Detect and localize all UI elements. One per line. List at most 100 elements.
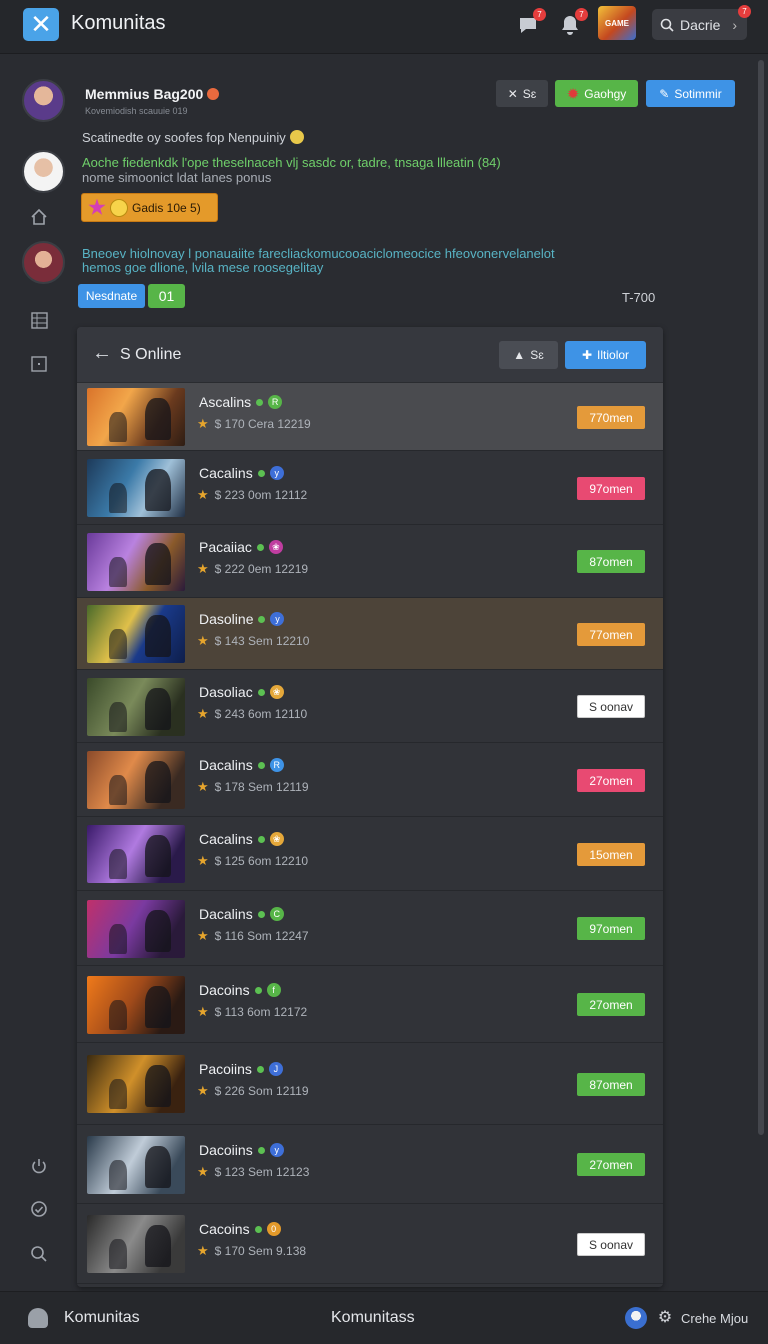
list-item[interactable]: Dacoins f ★ $ 113 6om 12172 27omen [77,966,663,1043]
figure-silhouette [145,1146,171,1188]
list-item[interactable]: Dacalins C ★ $ 116 Som 12247 97omen [77,891,663,966]
list-item-name[interactable]: Dacoins f [199,982,281,998]
status-badge[interactable]: 27omen [577,993,645,1016]
list-item-name[interactable]: Dasoline y [199,611,285,627]
figure-silhouette [109,924,127,954]
list-item[interactable]: Dasoline y ★ $ 143 Sem 12210 77omen [77,598,663,670]
status-badge[interactable]: 77omen [577,623,645,646]
chat-icon[interactable]: 7 [516,8,546,37]
game-thumbnail[interactable] [87,388,185,446]
list-item-name-text: Cacoins [199,1221,250,1237]
list-item-meta-text: $ 125 6om 12210 [214,854,309,868]
app-logo-icon[interactable]: ✕ [23,8,59,41]
smile-emoji-icon [289,130,304,144]
list-item-name[interactable]: Dasoliac ❀ [199,684,284,700]
game-thumbnail[interactable] [87,825,185,883]
status-badge[interactable]: 97omen [577,477,645,500]
list-item-meta-text: $ 113 6om 12172 [214,1005,308,1019]
list-item-name[interactable]: Cacoins 0 [199,1221,281,1237]
notification-bell-icon[interactable]: 7 [558,8,588,37]
game-thumbnail[interactable] [87,1055,185,1113]
panel-secondary-label: Sɛ [530,348,544,362]
avatar[interactable] [22,79,65,122]
list-item[interactable]: Cacalins ❀ ★ $ 125 6om 12210 15omen [77,817,663,891]
list-item[interactable]: Ascalins R ★ $ 170 Cera 12219 770men [77,383,663,451]
status-badge[interactable]: S oonav [577,695,645,718]
post-line-5: hemos goe dlione, lvila mese roosegelita… [82,260,324,275]
panel-secondary-button[interactable]: ▲ Sɛ [499,341,558,369]
search-rail-icon[interactable] [28,1243,50,1265]
list-item-name[interactable]: Pacoiins J [199,1061,283,1077]
game-thumbnail[interactable] [87,678,185,736]
app-title: Komunitas [71,12,166,34]
list-item[interactable]: Cacoins 0 ★ $ 170 Sem 9.138 S oonav [77,1204,663,1284]
list-item-name[interactable]: Dacalins C [199,906,284,922]
grid-icon[interactable] [28,309,50,331]
bottom-right-label[interactable]: Crehe Mjou [681,1311,748,1326]
submit-button[interactable]: ✎ Sotimmir [646,80,735,107]
list-item-name[interactable]: Cacalins ❀ [199,831,284,847]
game-thumbnail[interactable] [87,605,185,663]
list-item[interactable]: Cacalins y ★ $ 223 0om 12112 97omen [77,451,663,525]
game-thumbnail[interactable] [87,1215,185,1273]
tag-count[interactable]: 01 [148,284,185,308]
list-item[interactable]: Dacalins R ★ $ 178 Sem 12119 27omen [77,743,663,817]
status-badge[interactable]: 27omen [577,769,645,792]
figure-silhouette [109,775,127,805]
post-author[interactable]: Memmius Bag200 [85,86,220,102]
panel-primary-button[interactable]: ✚ Iltiolor [565,341,646,369]
status-badge[interactable]: 770men [577,406,645,429]
star-icon: ★ [197,1004,209,1019]
green-action-button[interactable]: ✹ Gaohgy [555,80,638,107]
star-icon: ★ [197,416,209,431]
figure-silhouette [145,1065,171,1107]
game-thumbnail[interactable] [87,751,185,809]
platform-icon: y [270,612,285,626]
list-item[interactable]: Pacoiins J ★ $ 226 Som 12119 87omen [77,1043,663,1125]
gold-reward-pill[interactable]: Gadis 10e 5) [81,193,218,222]
settings-icon[interactable]: ⚙ [655,1307,675,1327]
game-thumbnail[interactable] [87,900,185,958]
game-thumbnail[interactable] [87,1136,185,1194]
list-item[interactable]: Dacoiins y ★ $ 123 Sem 12123 27omen [77,1125,663,1204]
bottom-center-label[interactable]: Komunitass [331,1309,415,1327]
list-item[interactable]: Pacaiiac ❀ ★ $ 222 0em 12219 87omen [77,525,663,598]
avatar[interactable] [22,150,65,193]
search-button[interactable]: Dacrie › 7 [652,5,751,40]
game-thumbnail[interactable] [87,976,185,1034]
list-item-name[interactable]: Dacalins R [199,757,284,773]
platform-icon: J [268,1062,283,1076]
home-icon[interactable] [28,206,50,228]
status-badge[interactable]: 87omen [577,1073,645,1096]
status-badge[interactable]: 87omen [577,550,645,573]
power-icon[interactable] [28,1155,50,1177]
list-item-name[interactable]: Pacaiiac ❀ [199,539,283,555]
bottom-left-label[interactable]: Komunitas [64,1309,140,1327]
list-item-name[interactable]: Dacoiins y [199,1142,284,1158]
tag-blue[interactable]: Nesdnate [78,284,145,308]
avatar[interactable] [22,241,65,284]
status-badge[interactable]: S oonav [577,1233,645,1256]
list-item-name[interactable]: Ascalins R [199,394,283,410]
game-logo[interactable]: GAME [598,6,636,40]
scrollbar-thumb[interactable] [758,60,764,1135]
game-thumbnail[interactable] [87,459,185,517]
square-icon[interactable] [28,353,50,375]
back-arrow-icon[interactable]: ← [92,342,112,365]
status-badge[interactable]: 27omen [577,1153,645,1176]
list-item-name[interactable]: Cacalins y [199,465,284,481]
community-icon[interactable] [28,1308,48,1328]
scrollbar[interactable] [757,60,765,1280]
status-badge[interactable]: 97omen [577,917,645,940]
platform-icon: C [269,907,284,921]
figure-silhouette [145,910,171,952]
list-item[interactable]: Dasoliac ❀ ★ $ 243 6om 12110 S oonav [77,670,663,743]
game-thumbnail[interactable] [87,533,185,591]
status-badge[interactable]: 15omen [577,843,645,866]
list-item-meta: ★ $ 143 Sem 12210 [197,633,309,649]
list-item-name-text: Dacalins [199,757,253,773]
check-circle-icon[interactable] [28,1198,50,1220]
user-avatar-icon[interactable] [625,1307,647,1329]
star-icon: ★ [197,853,209,868]
close-button[interactable]: ✕ Sɛ [496,80,548,107]
